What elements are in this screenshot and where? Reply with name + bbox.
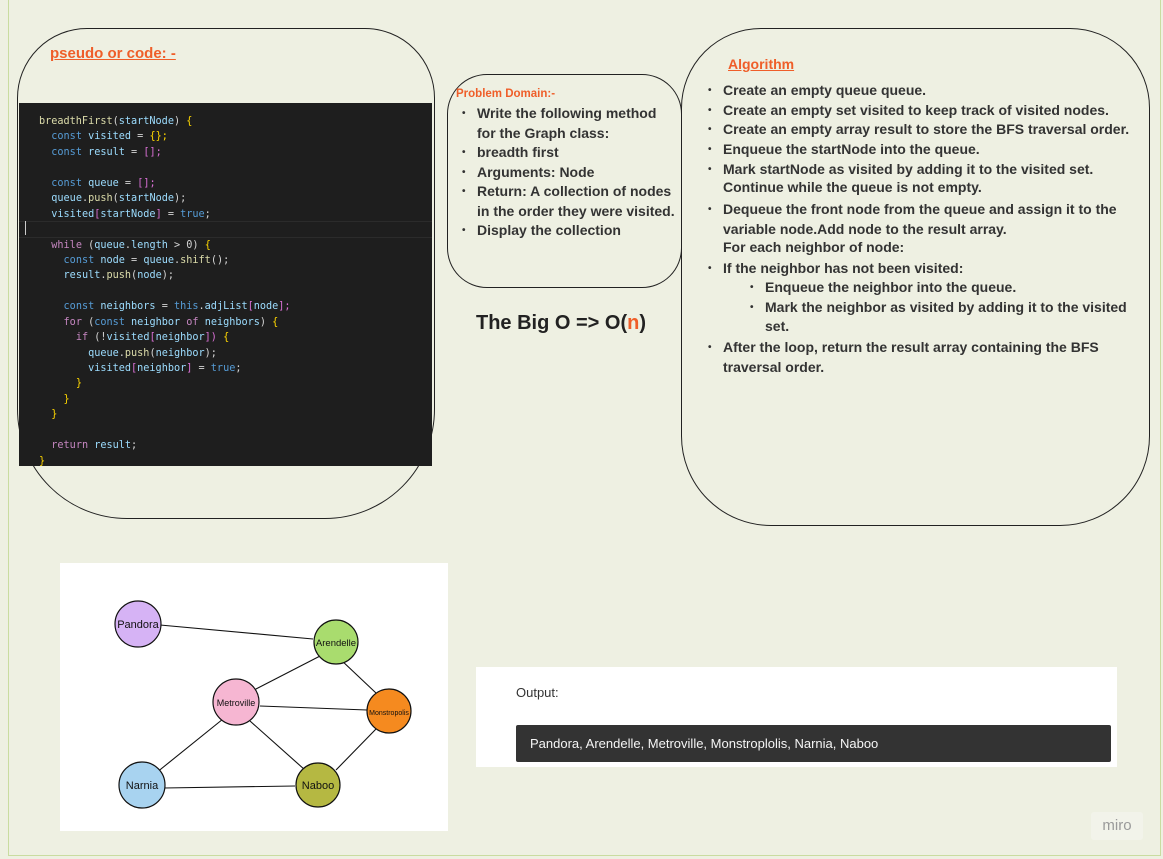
- big-o-prefix: The Big O => O(: [476, 312, 628, 334]
- code-line: const result = [];: [51, 146, 162, 158]
- code-line: }: [39, 455, 46, 467]
- code-line: if (!visited[neighbor]) {: [75, 332, 230, 344]
- edge-arendelle-monstropolis: [339, 658, 377, 694]
- code-line: for (const neighbor of neighbors) {: [63, 316, 279, 328]
- algorithm-list-after: After the loop, return the result array …: [708, 338, 1128, 377]
- list-item: Dequeue the front node from the queue an…: [708, 200, 1148, 239]
- node-label-monstropolis: Monstropolis: [369, 710, 409, 717]
- algorithm-sub-list: Enqueue the neighbor into the queue. Mar…: [750, 278, 1150, 337]
- code-line: const neighbors = this.adjList[node];: [63, 301, 291, 313]
- code-line: while (queue.length > 0) {: [51, 239, 211, 251]
- node-label-narnia: Narnia: [126, 780, 159, 792]
- code-block: breadthFirst(startNode) { const visited …: [19, 103, 432, 469]
- node-label-naboo: Naboo: [302, 780, 334, 792]
- code-line: }: [51, 409, 58, 421]
- edge-metroville-monstropolis: [259, 705, 368, 711]
- list-item: Mark startNode as visited by adding it t…: [708, 160, 1153, 180]
- list-item: If the neighbor has not been visited:: [708, 259, 1153, 279]
- list-item: Create an empty array result to store th…: [708, 120, 1153, 140]
- algorithm-list: Create an empty queue queue. Create an e…: [708, 81, 1153, 180]
- code-line: }: [63, 393, 70, 405]
- edge-monstropolis-naboo: [335, 728, 377, 771]
- list-item: Enqueue the neighbor into the queue.: [750, 278, 1150, 298]
- edge-pandora-arendelle: [159, 624, 314, 640]
- algorithm-continue-text: Continue while the queue is not empty.: [723, 179, 982, 195]
- list-item: breadth first: [462, 143, 677, 163]
- output-panel: Output: Pandora, Arendelle, Metroville, …: [476, 667, 1117, 767]
- code-line: const visited = {};: [51, 131, 168, 143]
- miro-watermark[interactable]: miro: [1091, 812, 1143, 840]
- algorithm-list-dequeue: Dequeue the front node from the queue an…: [708, 200, 1148, 239]
- code-line: return result;: [51, 440, 138, 452]
- list-item: After the loop, return the result array …: [708, 338, 1128, 377]
- graph-svg: Pandora Arendelle Metroville Monstropoli…: [114, 600, 412, 809]
- node-label-pandora: Pandora: [117, 619, 159, 631]
- code-line: breadthFirst(startNode) {: [39, 116, 193, 127]
- algorithm-title: Algorithm: [728, 56, 795, 72]
- list-item: Create an empty set visited to keep trac…: [708, 101, 1153, 121]
- code-line: visited[neighbor] = true;: [88, 363, 242, 374]
- edge-metroville-naboo: [249, 720, 306, 771]
- big-o-label: The Big O => O(n): [476, 312, 646, 335]
- list-item: Return: A collection of nodes in the ord…: [462, 182, 677, 221]
- list-item: Display the collection: [462, 221, 677, 241]
- algorithm-list-if: If the neighbor has not been visited:: [708, 259, 1153, 279]
- text-caret: [25, 221, 26, 235]
- code-line: const node = queue.shift();: [63, 254, 230, 266]
- code-lines: breadthFirst(startNode) { const visited …: [39, 114, 432, 469]
- edge-metroville-arendelle: [251, 654, 323, 692]
- list-item: Write the following method for the Graph…: [462, 104, 677, 143]
- big-o-n: n: [627, 312, 640, 334]
- list-item: Arguments: Node: [462, 163, 677, 183]
- code-line: const queue = [];: [51, 177, 156, 189]
- algorithm-foreach-text: For each neighbor of node:: [723, 239, 905, 255]
- graph-image: Pandora Arendelle Metroville Monstropoli…: [60, 563, 448, 831]
- code-line: visited[startNode] = true;: [51, 208, 211, 220]
- code-line: queue.push(startNode);: [51, 193, 187, 205]
- big-o-suffix: ): [639, 312, 647, 334]
- edge-metroville-narnia: [155, 718, 224, 774]
- list-item: Enqueue the startNode into the queue.: [708, 140, 1153, 160]
- code-line: queue.push(neighbor);: [88, 347, 217, 359]
- code-line: }: [75, 378, 82, 390]
- problem-domain-title: Problem Domain:-: [456, 88, 556, 100]
- edge-narnia-naboo: [163, 785, 296, 789]
- node-label-arendelle: Arendelle: [316, 638, 356, 649]
- output-result: Pandora, Arendelle, Metroville, Monstrop…: [516, 725, 1111, 762]
- pseudo-title: pseudo or code: -: [50, 45, 176, 62]
- problem-domain-list: Write the following method for the Graph…: [462, 104, 677, 241]
- output-label: Output:: [516, 685, 559, 700]
- node-label-metroville: Metroville: [217, 698, 256, 708]
- current-line-highlight: [19, 221, 432, 238]
- list-item: Create an empty queue queue.: [708, 81, 1153, 101]
- code-line: result.push(node);: [63, 270, 175, 282]
- list-item: Mark the neighbor as visited by adding i…: [750, 298, 1150, 337]
